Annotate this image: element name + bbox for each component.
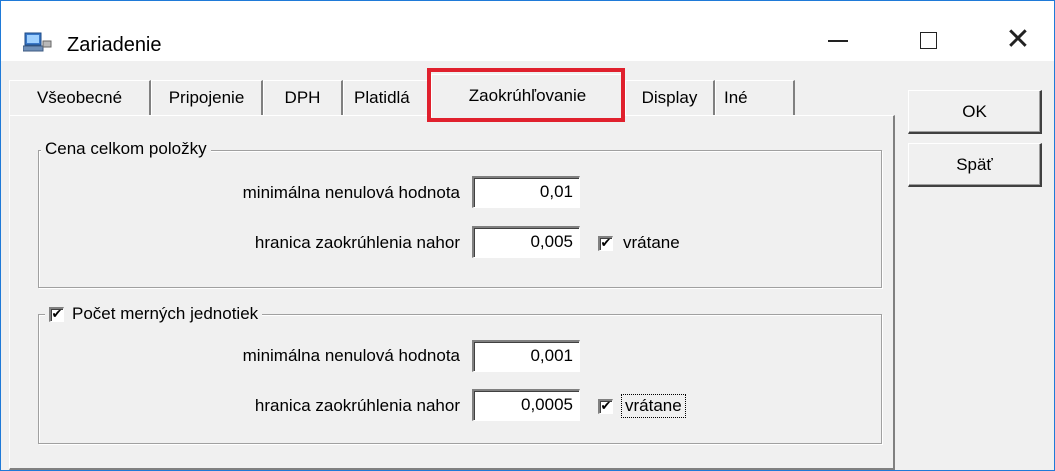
back-button[interactable]: Späť xyxy=(908,143,1042,187)
tab-dph[interactable]: DPH xyxy=(263,80,343,115)
group-enable-checkbox[interactable]: ✔ xyxy=(49,306,64,322)
inclusive-checkbox[interactable]: ✔ vrátane xyxy=(598,233,680,253)
tab-label: Všeobecné xyxy=(36,88,123,107)
round-limit-input[interactable]: 0,005 xyxy=(472,226,580,258)
checkbox-box[interactable]: ✔ xyxy=(598,398,613,414)
round-limit-label: hranica zaokrúhlenia nahor xyxy=(254,396,460,415)
tab-label: DPH xyxy=(284,88,321,107)
close-icon: ✕ xyxy=(1005,22,1031,57)
ok-button[interactable]: OK xyxy=(908,90,1042,134)
group-title-text: Počet merných jednotiek xyxy=(72,304,259,323)
tab-bar: Všeobecné Pripojenie DPH Platidlá Zaokrú… xyxy=(9,74,895,117)
group-title[interactable]: ✔ Počet merných jednotiek xyxy=(45,304,263,324)
check-icon: ✔ xyxy=(600,399,612,414)
group-pocet-mernych: ✔ Počet merných jednotiek xyxy=(38,304,882,444)
maximize-button[interactable] xyxy=(903,19,953,61)
close-button[interactable]: ✕ xyxy=(993,19,1043,61)
minimize-button[interactable] xyxy=(813,19,863,61)
dialog-window: Zariadenie ✕ Všeobecné Pripojenie DPH Pl… xyxy=(0,0,1055,471)
min-value-label: minimálna nenulová hodnota xyxy=(242,183,460,202)
maximize-icon xyxy=(919,31,937,49)
tab-label: Display xyxy=(641,88,698,107)
checkbox-box[interactable]: ✔ xyxy=(598,235,613,251)
tab-platidla[interactable]: Platidlá xyxy=(343,80,435,115)
minimize-icon xyxy=(828,40,848,42)
tab-label: Zaokrúhľovanie xyxy=(468,86,587,105)
inclusive-checkbox[interactable]: ✔ vrátane xyxy=(598,394,686,418)
round-limit-input[interactable]: 0,0005 xyxy=(472,389,580,421)
round-limit-label: hranica zaokrúhlenia nahor xyxy=(254,233,460,252)
window-title: Zariadenie xyxy=(67,34,162,56)
tab-label: Platidlá xyxy=(354,88,410,107)
check-icon: ✔ xyxy=(600,236,612,251)
min-value-input[interactable]: 0,001 xyxy=(472,340,580,372)
group-cena-celkom: Cena celkom položky xyxy=(38,139,882,288)
ok-button-label: OK xyxy=(962,101,987,121)
inclusive-label: vrátane xyxy=(621,394,686,418)
computer-icon xyxy=(23,32,52,52)
group-title-text: Cena celkom položky xyxy=(45,139,207,158)
tab-label: Pripojenie xyxy=(168,88,245,107)
title-bar[interactable]: Zariadenie ✕ xyxy=(1,1,1054,61)
tab-ine[interactable]: Iné xyxy=(715,80,795,115)
tab-vseobecne[interactable]: Všeobecné xyxy=(9,80,151,115)
group-title: Cena celkom položky xyxy=(41,139,211,159)
inclusive-label: vrátane xyxy=(623,233,680,252)
min-value-label: minimálna nenulová hodnota xyxy=(242,346,460,365)
tab-display[interactable]: Display xyxy=(625,80,715,115)
tab-pripojenie[interactable]: Pripojenie xyxy=(151,80,263,115)
tab-label: Iné xyxy=(724,88,748,107)
tab-panel: Cena celkom položky minimálna nenulová h… xyxy=(9,115,895,470)
check-icon: ✔ xyxy=(51,307,63,322)
min-value-input[interactable]: 0,01 xyxy=(472,176,580,208)
back-button-label: Späť xyxy=(956,154,993,174)
tab-zaokruhlovanie[interactable]: Zaokrúhľovanie xyxy=(431,74,625,117)
